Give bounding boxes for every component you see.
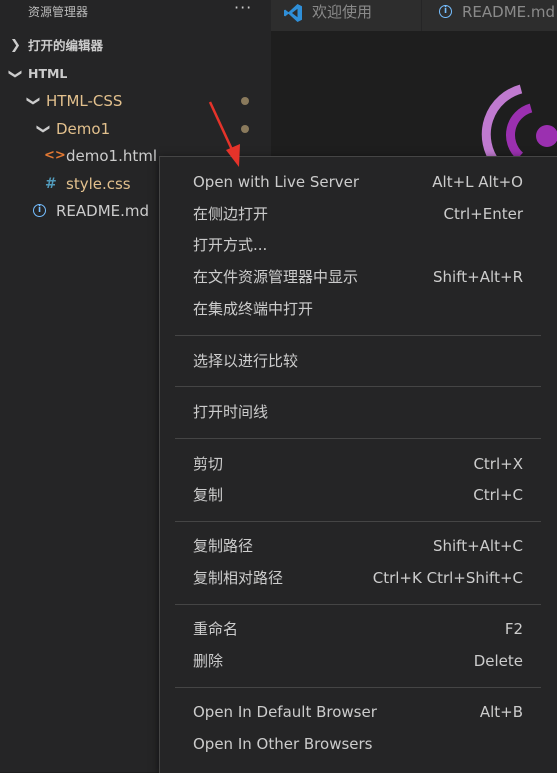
menu-item-cut[interactable]: 剪切 Ctrl+X: [160, 449, 557, 479]
menu-item-label: 复制: [193, 486, 224, 504]
more-actions-icon[interactable]: ···: [234, 0, 252, 17]
menu-item-open-live-server[interactable]: Open with Live Server Alt+L Alt+O: [160, 167, 557, 197]
explorer-header: 资源管理器 ···: [0, 0, 271, 22]
chevron-down-icon: ❯: [7, 68, 23, 80]
menu-item-delete[interactable]: 删除 Delete: [160, 646, 557, 676]
tab-welcome[interactable]: 欢迎使用: [271, 0, 421, 31]
menu-item-shortcut: Ctrl+X: [473, 455, 523, 473]
menu-separator: [175, 386, 541, 387]
menu-item-open-to-side[interactable]: 在侧边打开 Ctrl+Enter: [160, 199, 557, 229]
menu-item-reveal-in-explorer[interactable]: 在文件资源管理器中显示 Shift+Alt+R: [160, 262, 557, 292]
menu-item-shortcut: Ctrl+C: [473, 486, 523, 504]
file-label: style.css: [66, 175, 131, 193]
context-menu: Open with Live Server Alt+L Alt+O 在侧边打开 …: [159, 156, 557, 773]
tab-readme[interactable]: i README.md: [422, 0, 557, 31]
menu-item-label: 剪切: [193, 455, 224, 473]
menu-item-shortcut: Delete: [473, 652, 523, 670]
menu-item-open-default-browser[interactable]: Open In Default Browser Alt+B: [160, 697, 557, 727]
menu-item-label: 删除: [193, 652, 224, 670]
menu-item-label: 打开方式...: [193, 236, 268, 254]
tab-label: README.md: [462, 3, 556, 21]
menu-item-shortcut: Ctrl+K Ctrl+Shift+C: [372, 569, 523, 587]
menu-separator: [175, 438, 541, 439]
menu-item-label: 在侧边打开: [193, 205, 269, 223]
open-editors-label: 打开的编辑器: [28, 38, 104, 53]
menu-item-shortcut: Alt+B: [479, 703, 523, 721]
chevron-down-icon: ❯: [25, 95, 41, 107]
info-file-icon: i: [33, 204, 46, 217]
menu-item-open-with[interactable]: 打开方式...: [160, 230, 557, 260]
workspace-section[interactable]: ❯ HTML: [0, 61, 271, 87]
explorer-title: 资源管理器: [28, 5, 89, 19]
file-label: README.md: [56, 202, 150, 220]
menu-item-shortcut: Ctrl+Enter: [443, 205, 523, 223]
menu-item-label: 复制路径: [193, 537, 254, 555]
menu-item-label: Open In Default Browser: [193, 703, 377, 721]
menu-item-label: 选择以进行比较: [193, 352, 299, 370]
chevron-right-icon: ❯: [10, 38, 21, 53]
menu-item-label: 复制相对路径: [193, 569, 284, 587]
chevron-down-icon: ❯: [35, 123, 51, 135]
menu-item-shortcut: F2: [504, 620, 523, 638]
menu-item-copy-relative-path[interactable]: 复制相对路径 Ctrl+K Ctrl+Shift+C: [160, 563, 557, 593]
menu-item-shortcut: Alt+L Alt+O: [432, 173, 523, 191]
menu-item-label: 打开时间线: [193, 403, 269, 421]
open-editors-section[interactable]: ❯ 打开的编辑器: [0, 33, 271, 59]
menu-item-label: 重命名: [193, 620, 239, 638]
css-file-icon: #: [45, 176, 57, 192]
menu-separator: [175, 521, 541, 522]
tab-bar: 欢迎使用 i README.md: [271, 0, 557, 31]
menu-item-label: Open In Other Browsers: [193, 735, 373, 753]
menu-separator: [175, 687, 541, 688]
tab-label: 欢迎使用: [312, 3, 373, 21]
menu-item-open-other-browsers[interactable]: Open In Other Browsers: [160, 729, 557, 759]
vscode-logo-icon: [284, 4, 302, 22]
html-file-icon: <>: [44, 148, 66, 163]
menu-item-label: Open with Live Server: [193, 173, 360, 191]
menu-item-label: 在文件资源管理器中显示: [193, 268, 359, 286]
menu-item-rename[interactable]: 重命名 F2: [160, 614, 557, 644]
folder-label: Demo1: [56, 120, 111, 138]
menu-item-open-timeline[interactable]: 打开时间线: [160, 397, 557, 427]
menu-item-copy-path[interactable]: 复制路径 Shift+Alt+C: [160, 531, 557, 561]
annotation-arrow-icon: [208, 101, 240, 167]
menu-item-select-for-compare[interactable]: 选择以进行比较: [160, 346, 557, 376]
file-label: demo1.html: [66, 147, 158, 165]
info-file-icon: i: [439, 5, 452, 18]
menu-item-shortcut: Shift+Alt+C: [432, 537, 523, 555]
menu-item-open-in-terminal[interactable]: 在集成终端中打开: [160, 294, 557, 324]
menu-separator: [175, 335, 541, 336]
menu-separator: [175, 604, 541, 605]
menu-item-copy[interactable]: 复制 Ctrl+C: [160, 480, 557, 510]
menu-item-label: 在集成终端中打开: [193, 300, 314, 318]
folder-label: HTML-CSS: [46, 92, 123, 110]
menu-item-shortcut: Shift+Alt+R: [433, 268, 523, 286]
workspace-label: HTML: [28, 66, 68, 81]
